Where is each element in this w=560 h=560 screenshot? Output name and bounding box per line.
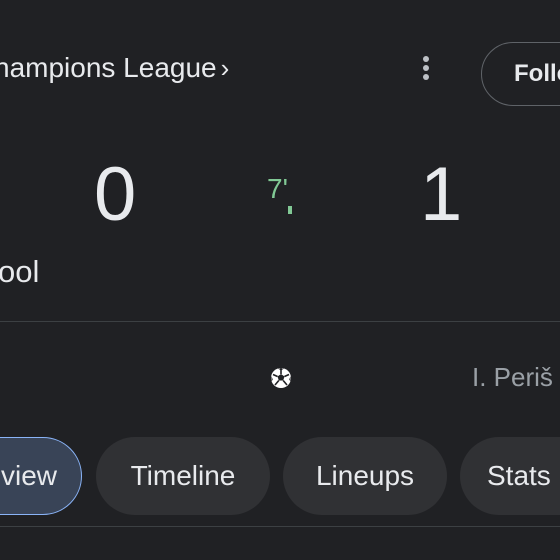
soccer-ball-icon — [271, 368, 291, 388]
chevron-right-icon: › — [220, 53, 230, 83]
away-score: 1 — [420, 152, 463, 237]
follow-button[interactable]: Follo — [481, 42, 560, 106]
tab-stats[interactable]: Stats — [460, 437, 560, 515]
goal-scorer: I. Periš — [472, 362, 553, 392]
league-name: hampions League — [0, 52, 217, 83]
more-vert-icon[interactable] — [412, 54, 440, 88]
divider — [0, 321, 560, 322]
tab-lineups[interactable]: Lineups — [283, 437, 447, 515]
home-team-name[interactable]: ool — [0, 252, 39, 292]
match-card: hampions League› Follo 0 7' 1 ool I. Per… — [0, 0, 560, 560]
league-link[interactable]: hampions League › — [0, 50, 229, 86]
divider — [0, 526, 560, 527]
tab-overview[interactable]: view — [0, 437, 82, 515]
home-score: 0 — [94, 152, 137, 237]
tab-timeline[interactable]: Timeline — [96, 437, 270, 515]
live-indicator — [288, 206, 292, 214]
match-minute: 7' — [267, 173, 288, 204]
